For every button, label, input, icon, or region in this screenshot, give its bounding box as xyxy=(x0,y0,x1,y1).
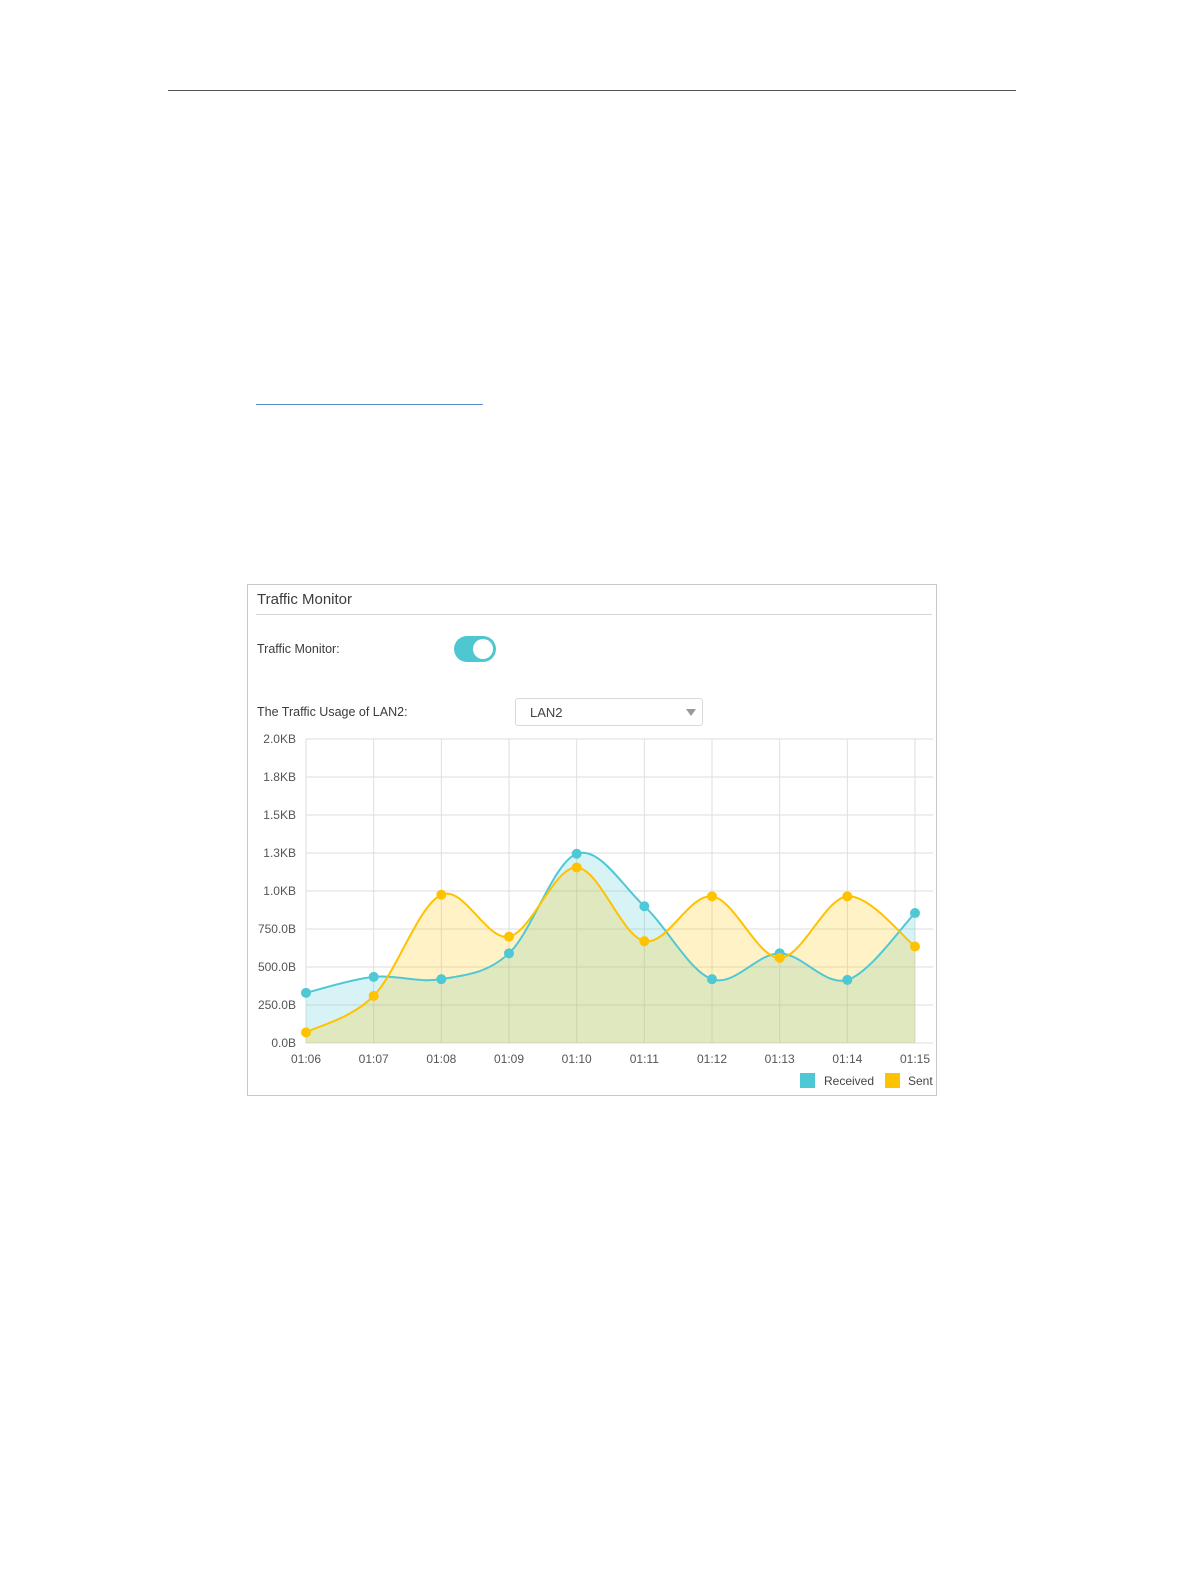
x-tick-label: 01:13 xyxy=(765,1052,795,1066)
x-tick-label: 01:09 xyxy=(494,1052,524,1066)
traffic-monitor-label: Traffic Monitor: xyxy=(257,642,340,656)
x-tick-label: 01:10 xyxy=(562,1052,592,1066)
traffic-monitor-panel: Traffic Monitor Traffic Monitor: The Tra… xyxy=(247,584,937,1096)
sent-point xyxy=(301,1027,311,1038)
lan-select[interactable]: LAN2 xyxy=(515,698,703,726)
chevron-down-icon xyxy=(686,709,696,716)
legend-label-received: Received xyxy=(824,1074,874,1088)
y-tick-label: 1.5KB xyxy=(263,808,296,822)
received-point xyxy=(910,908,920,919)
received-point xyxy=(368,971,379,982)
received-point xyxy=(707,974,717,985)
chart-areas xyxy=(306,852,915,1043)
y-tick-label: 500.0B xyxy=(258,960,296,974)
received-point xyxy=(301,987,311,998)
x-tick-label: 01:14 xyxy=(832,1052,862,1066)
panel-divider xyxy=(256,614,932,615)
traffic-monitor-toggle[interactable] xyxy=(454,636,496,662)
y-tick-label: 1.0KB xyxy=(263,884,296,898)
legend-label-sent: Sent xyxy=(908,1074,933,1088)
x-tick-label: 01:12 xyxy=(697,1052,727,1066)
traffic-chart: 0.0B 250.0B 500.0B 750.0B 1.0KB 1.3KB 1.5KB 1.8… xyxy=(258,732,933,1088)
y-tick-label: 1.8KB xyxy=(263,770,296,784)
sent-point xyxy=(436,889,447,900)
received-point xyxy=(842,974,853,985)
sent-point xyxy=(707,891,717,902)
sent-point xyxy=(842,891,853,902)
x-tick-label: 01:08 xyxy=(426,1052,456,1066)
y-tick-label: 0.0B xyxy=(271,1036,296,1050)
received-point xyxy=(639,901,650,912)
sent-point xyxy=(639,936,650,947)
x-tick-label: 01:15 xyxy=(900,1052,930,1066)
y-tick-label: 250.0B xyxy=(258,998,296,1012)
y-axis-labels: 0.0B 250.0B 500.0B 750.0B 1.0KB 1.3KB 1.5KB 1.8… xyxy=(258,732,296,1050)
received-point xyxy=(436,974,447,985)
toggle-knob xyxy=(473,639,493,659)
legend-swatch-sent xyxy=(885,1073,900,1088)
x-axis-labels: 01:06 01:07 01:08 01:09 01:10 01:11 01:12 01:13… xyxy=(291,1052,930,1066)
y-tick-label: 2.0KB xyxy=(263,732,296,746)
lan-select-value: LAN2 xyxy=(530,705,563,720)
sent-point xyxy=(368,990,379,1001)
link-underline xyxy=(256,404,483,405)
legend-swatch-received xyxy=(800,1073,815,1088)
sent-point xyxy=(774,952,785,963)
chart-legend: Received Sent xyxy=(800,1073,933,1088)
sent-point xyxy=(910,941,920,952)
x-tick-label: 01:07 xyxy=(359,1052,389,1066)
received-point xyxy=(571,848,582,859)
header-rule xyxy=(168,90,1016,91)
traffic-usage-label: The Traffic Usage of LAN2: xyxy=(257,705,408,719)
panel-title: Traffic Monitor xyxy=(257,591,353,608)
x-tick-label: 01:06 xyxy=(291,1052,321,1066)
x-tick-label: 01:11 xyxy=(630,1052,659,1066)
sent-point xyxy=(504,931,514,942)
sent-point xyxy=(571,862,582,873)
y-tick-label: 750.0B xyxy=(258,922,296,936)
received-point xyxy=(504,948,514,959)
y-tick-label: 1.3KB xyxy=(263,846,296,860)
